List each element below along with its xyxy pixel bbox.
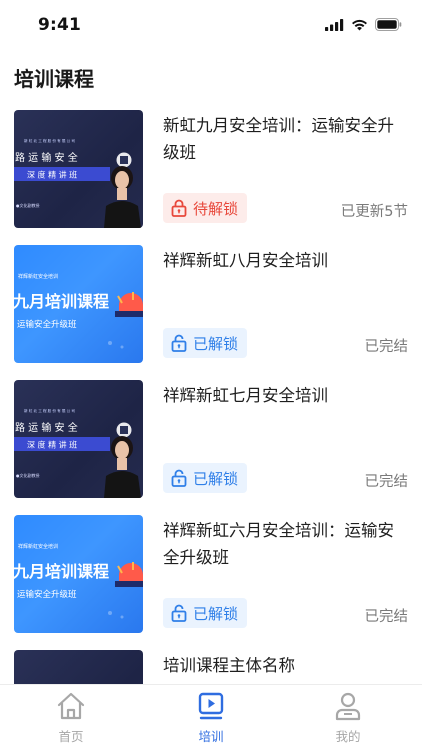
thumb-tag: 祥辉新虹安全培训 [18, 273, 58, 280]
course-thumbnail[interactable]: 新 虹 北 工 程 股 份 有 限 公 司 路 运 输 安 全 深 度 精 讲 … [14, 380, 143, 498]
alarm-light-icon [115, 292, 143, 317]
tab-label: 首页 [58, 729, 84, 744]
course-thumbnail[interactable]: 新 虹 北 工 程 股 份 有 限 公 司 路 运 输 安 全 深 度 精 讲 … [14, 110, 143, 228]
update-status: 已完结 [364, 609, 409, 625]
training-screen: 9:41 培训课程 新 虹 北 工 程 股 份 有 限 公 司 路 运 输 安 … [0, 0, 422, 750]
unlock-icon [171, 604, 187, 622]
lock-status-label: 已解锁 [193, 604, 239, 623]
tab-training[interactable]: 培训 [176, 691, 246, 745]
thumb-subheading: 深 度 精 讲 班 [27, 440, 77, 450]
lock-status-badge: 已解锁 [163, 598, 248, 628]
wifi-icon [352, 19, 367, 30]
lock-status-badge: 待解锁 [163, 193, 248, 223]
tab-mine[interactable]: 我的 [313, 691, 383, 745]
course-title[interactable]: 培训课程主体名称 [163, 652, 408, 679]
course-title[interactable]: 新虹九月安全培训：运输安全升级班 [163, 112, 408, 166]
page-title: 培训课程 [14, 67, 94, 91]
course-title[interactable]: 祥辉新虹八月安全培训 [163, 247, 408, 274]
thumb-heading: 九月培训课程 [14, 292, 109, 311]
building-icon [116, 422, 132, 438]
tab-bar: 首页 培训 我的 [0, 684, 422, 750]
building-icon [116, 152, 132, 168]
battery-icon [375, 18, 402, 31]
thumb-subheading: 运输安全升级班 [17, 319, 77, 330]
unlock-icon [171, 334, 187, 352]
user-icon [335, 692, 361, 721]
video-play-icon [198, 692, 224, 720]
thumb-heading: 路 运 输 安 全 [15, 421, 78, 434]
lock-status-label: 待解锁 [193, 199, 239, 218]
thumb-heading: 路 运 输 安 全 [15, 151, 78, 164]
unlock-icon [171, 469, 187, 487]
signal-icon [325, 18, 344, 31]
course-item[interactable]: 祥辉新虹安全培训 九月培训课程 运输安全升级班 祥辉新虹六月安全培训：运输安全升… [0, 515, 422, 650]
lock-status-label: 已解锁 [193, 469, 239, 488]
course-item[interactable]: 新 虹 北 工 程 股 份 有 限 公 司 路 运 输 安 全 深 度 精 讲 … [0, 110, 422, 245]
lock-status-badge: 已解锁 [163, 328, 248, 358]
course-title[interactable]: 祥辉新虹七月安全培训 [163, 382, 408, 409]
tab-label: 培训 [198, 729, 224, 744]
thumb-footer: ●文化副教授 [16, 202, 40, 208]
update-status: 已完结 [364, 474, 409, 490]
course-item[interactable]: 新 虹 北 工 程 股 份 有 限 公 司 路 运 输 安 全 深 度 精 讲 … [0, 380, 422, 515]
thumb-footer: ●文化副教授 [16, 472, 40, 478]
update-status: 已更新5节 [340, 204, 408, 220]
alarm-light-icon [115, 562, 143, 587]
lock-status-label: 已解锁 [193, 334, 239, 353]
thumb-subheading: 运输安全升级班 [17, 589, 77, 600]
status-time: 9:41 [38, 15, 82, 35]
status-icons [325, 18, 402, 31]
tab-label: 我的 [335, 729, 361, 744]
tab-home[interactable]: 首页 [36, 691, 106, 745]
thumb-company: 新 虹 北 工 程 股 份 有 限 公 司 [24, 408, 75, 413]
thumb-company: 新 虹 北 工 程 股 份 有 限 公 司 [24, 138, 75, 143]
course-item[interactable]: 祥辉新虹安全培训 九月培训课程 运输安全升级班 祥辉新虹八月安全培训 已解锁 已… [0, 245, 422, 380]
lock-icon [171, 199, 187, 217]
course-thumbnail[interactable]: 祥辉新虹安全培训 九月培训课程 运输安全升级班 [14, 245, 143, 363]
thumb-subheading: 深 度 精 讲 班 [27, 170, 77, 180]
course-list[interactable]: 新 虹 北 工 程 股 份 有 限 公 司 路 运 输 安 全 深 度 精 讲 … [0, 110, 422, 750]
course-thumbnail[interactable]: 祥辉新虹安全培训 九月培训课程 运输安全升级班 [14, 515, 143, 633]
home-icon [57, 692, 85, 720]
update-status: 已完结 [364, 339, 409, 355]
status-bar: 9:41 [0, 0, 422, 50]
thumb-tag: 祥辉新虹安全培训 [18, 543, 58, 550]
course-title[interactable]: 祥辉新虹六月安全培训：运输安全升级班 [163, 517, 408, 571]
lock-status-badge: 已解锁 [163, 463, 248, 493]
thumb-heading: 九月培训课程 [14, 562, 109, 581]
